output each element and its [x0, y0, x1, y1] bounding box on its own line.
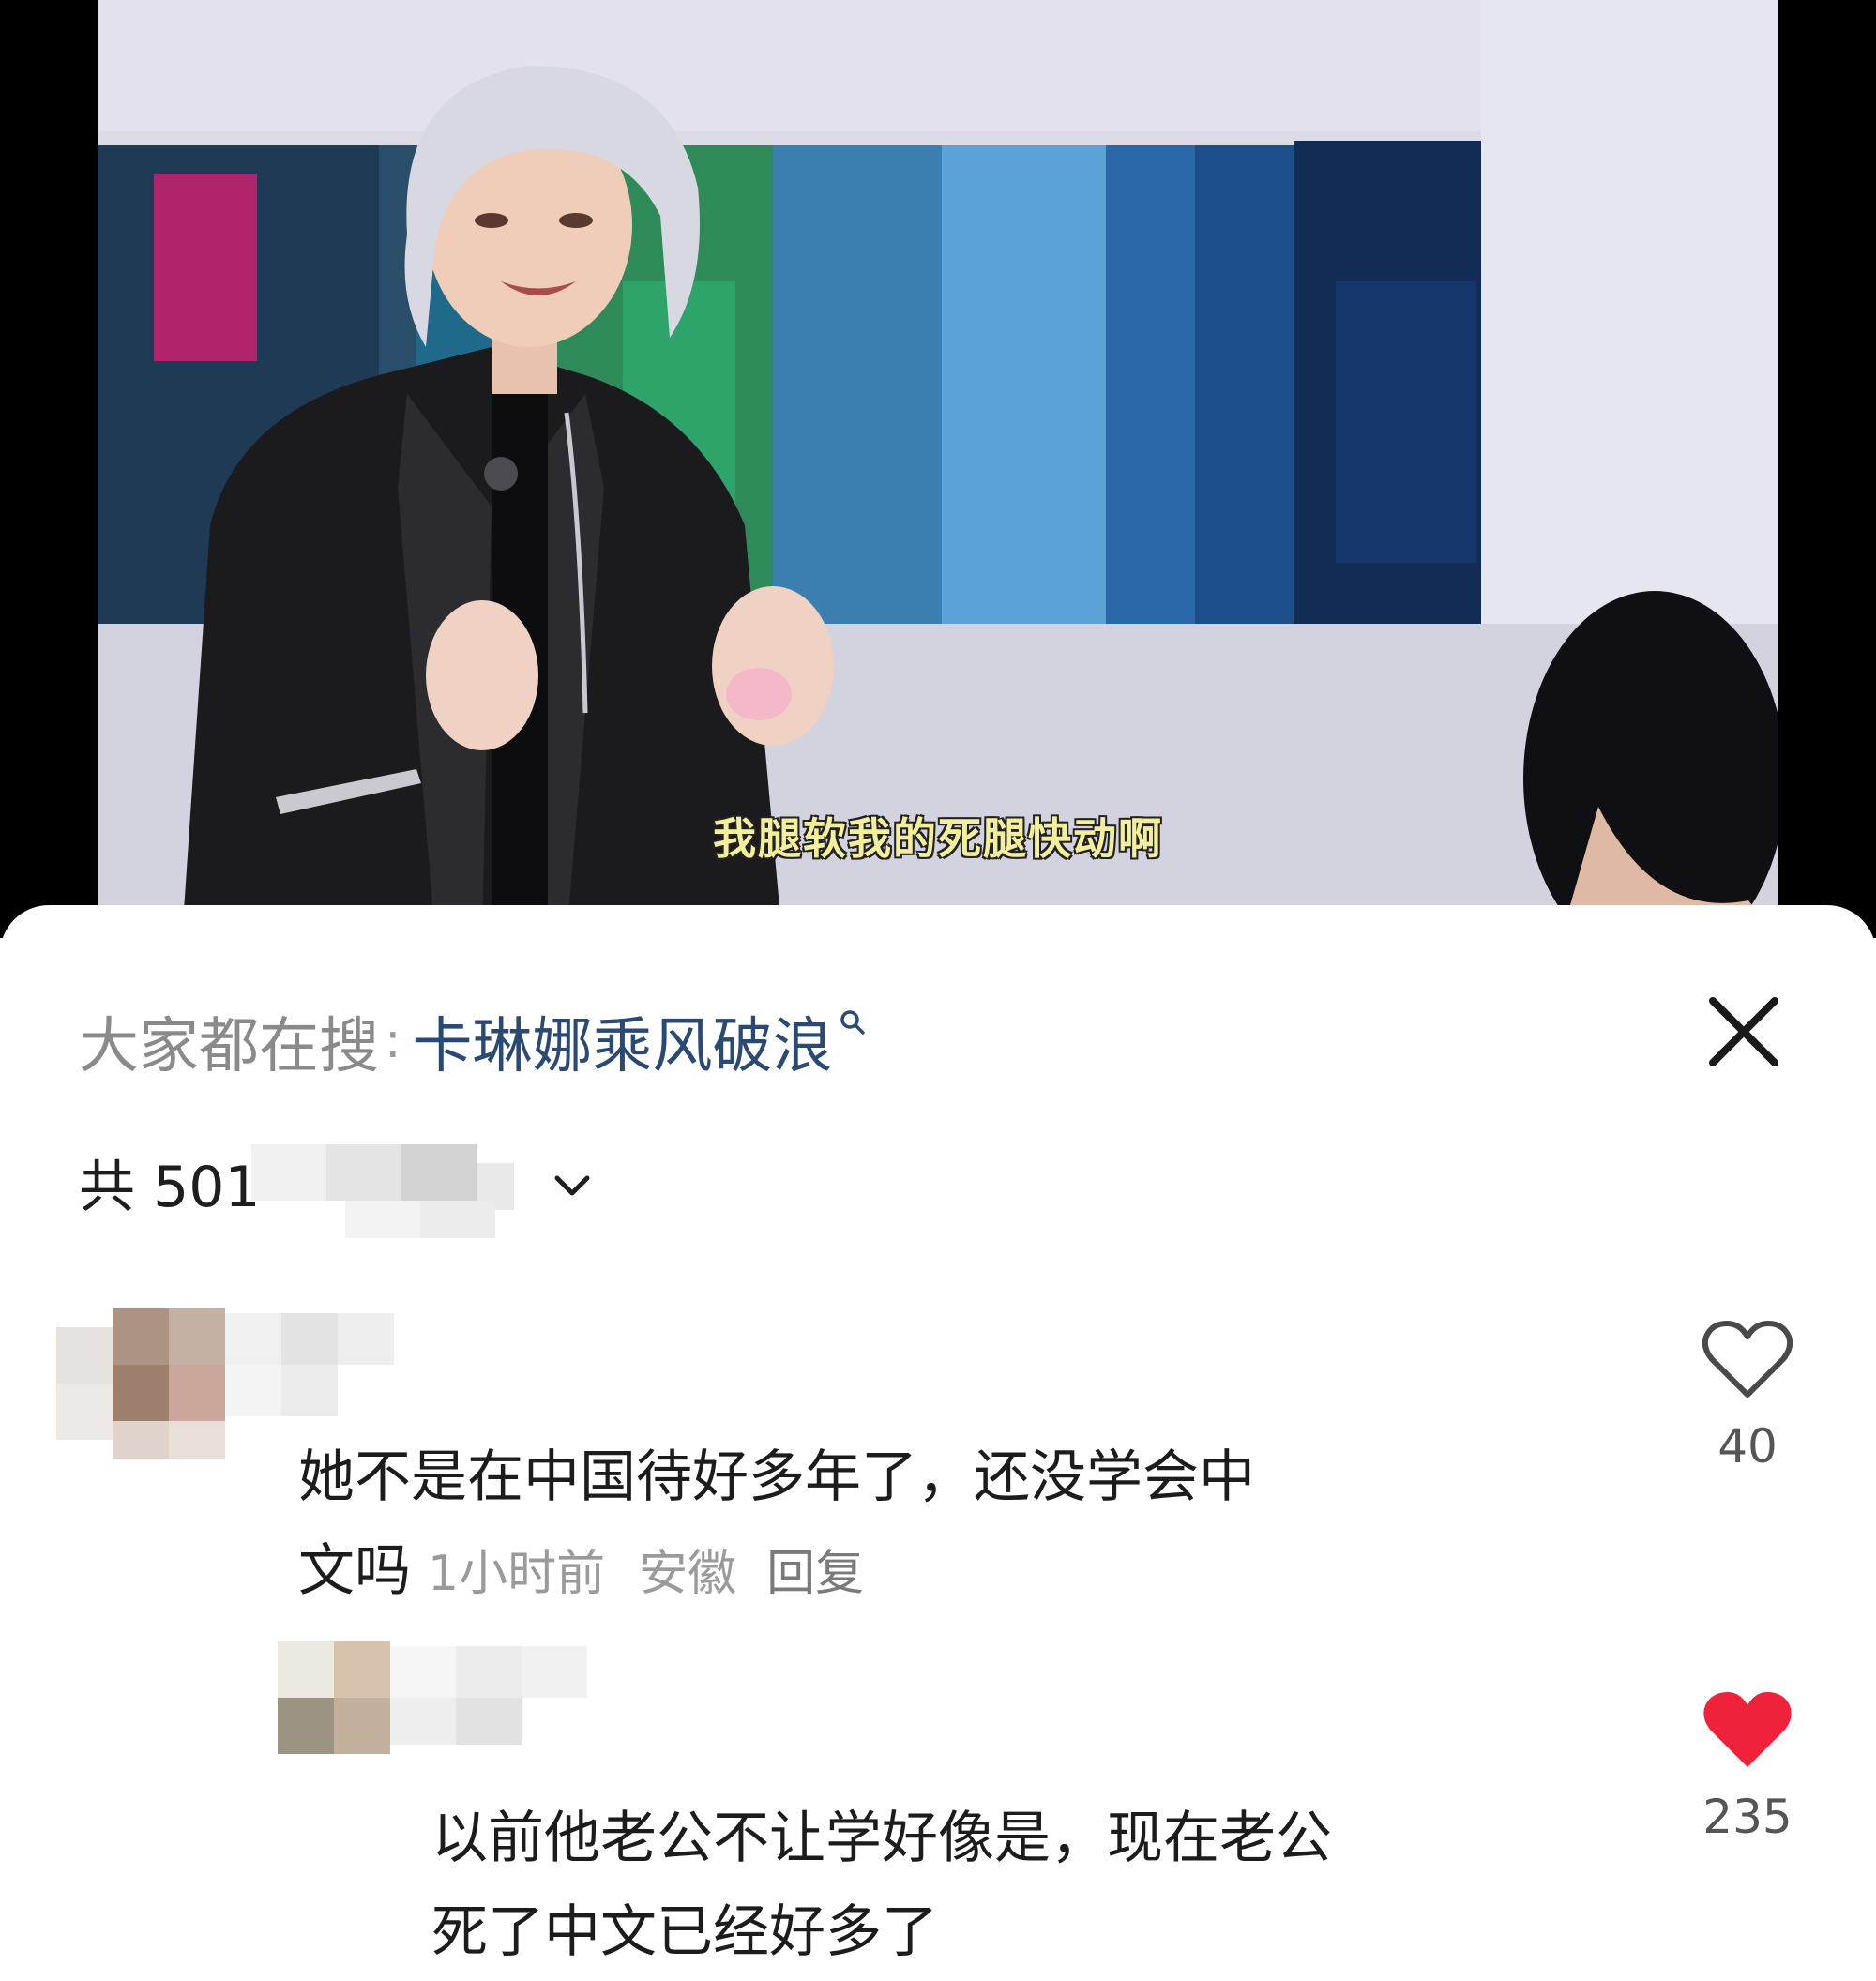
- search-prefix-label: 大家都在搜: [79, 1012, 379, 1081]
- comment-sheet: 大家都在搜 : 卡琳娜乘风破浪 共 501 她不是在中国待好多年了，还没学会中 …: [0, 905, 1876, 1981]
- video-player[interactable]: 我腿软我的死腿快动啊: [0, 0, 1876, 938]
- close-button[interactable]: [1702, 990, 1786, 1074]
- like-button[interactable]: 235: [1691, 1688, 1804, 1844]
- search-term-link[interactable]: 卡琳娜乘风破浪: [413, 998, 833, 1084]
- comment-line: 文吗: [298, 1538, 411, 1604]
- comment-count-text: 共 501: [79, 1154, 261, 1220]
- search-icon[interactable]: [839, 1008, 867, 1040]
- like-count: 40: [1717, 1419, 1778, 1474]
- comment-time: 1小时前: [428, 1546, 606, 1602]
- comment-line: 死了中文已经好多了: [431, 1899, 938, 1965]
- comment-body: 她不是在中国待好多年了，还没学会中 文吗 1小时前 安徽 回复: [298, 1430, 1255, 1621]
- avatar[interactable]: [278, 1641, 390, 1754]
- heart-filled-icon: [1703, 1692, 1792, 1767]
- reply-button[interactable]: 回复: [766, 1546, 864, 1602]
- like-button[interactable]: 40: [1691, 1318, 1804, 1474]
- screen: 我腿软我的死腿快动啊 大家都在搜 : 卡琳娜乘风破浪 共 501 她不是在中国待…: [0, 0, 1876, 1981]
- video-subtitle: 我腿软我的死腿快动啊: [712, 812, 1163, 865]
- username-blur[interactable]: [225, 1313, 394, 1416]
- comment-location: 安徽: [639, 1546, 737, 1602]
- comment-line: 以前他老公不让学好像是，现在老公: [431, 1806, 1332, 1871]
- username-blur[interactable]: [390, 1646, 606, 1749]
- video-still-image: [98, 0, 1778, 938]
- heart-outline-icon: [1702, 1321, 1793, 1398]
- avatar[interactable]: [56, 1308, 225, 1477]
- search-suggestion[interactable]: 大家都在搜 : 卡琳娜乘风破浪: [79, 1004, 867, 1081]
- video-frame: 我腿软我的死腿快动啊: [98, 0, 1778, 938]
- comment-line-with-meta: 文吗 1小时前 安徽 回复: [298, 1524, 1255, 1621]
- search-colon: :: [385, 1013, 401, 1069]
- comment-line: 她不是在中国待好多年了，还没学会中: [298, 1444, 1255, 1510]
- like-count: 235: [1702, 1790, 1793, 1844]
- redacted-count-blur: [250, 1144, 552, 1238]
- reply-body: 以前他老公不让学好像是，现在老公 死了中文已经好多了: [431, 1792, 1332, 1979]
- comment-count: 共 501: [79, 1144, 593, 1238]
- chevron-down-icon[interactable]: [552, 1149, 593, 1215]
- close-icon: [1709, 997, 1778, 1066]
